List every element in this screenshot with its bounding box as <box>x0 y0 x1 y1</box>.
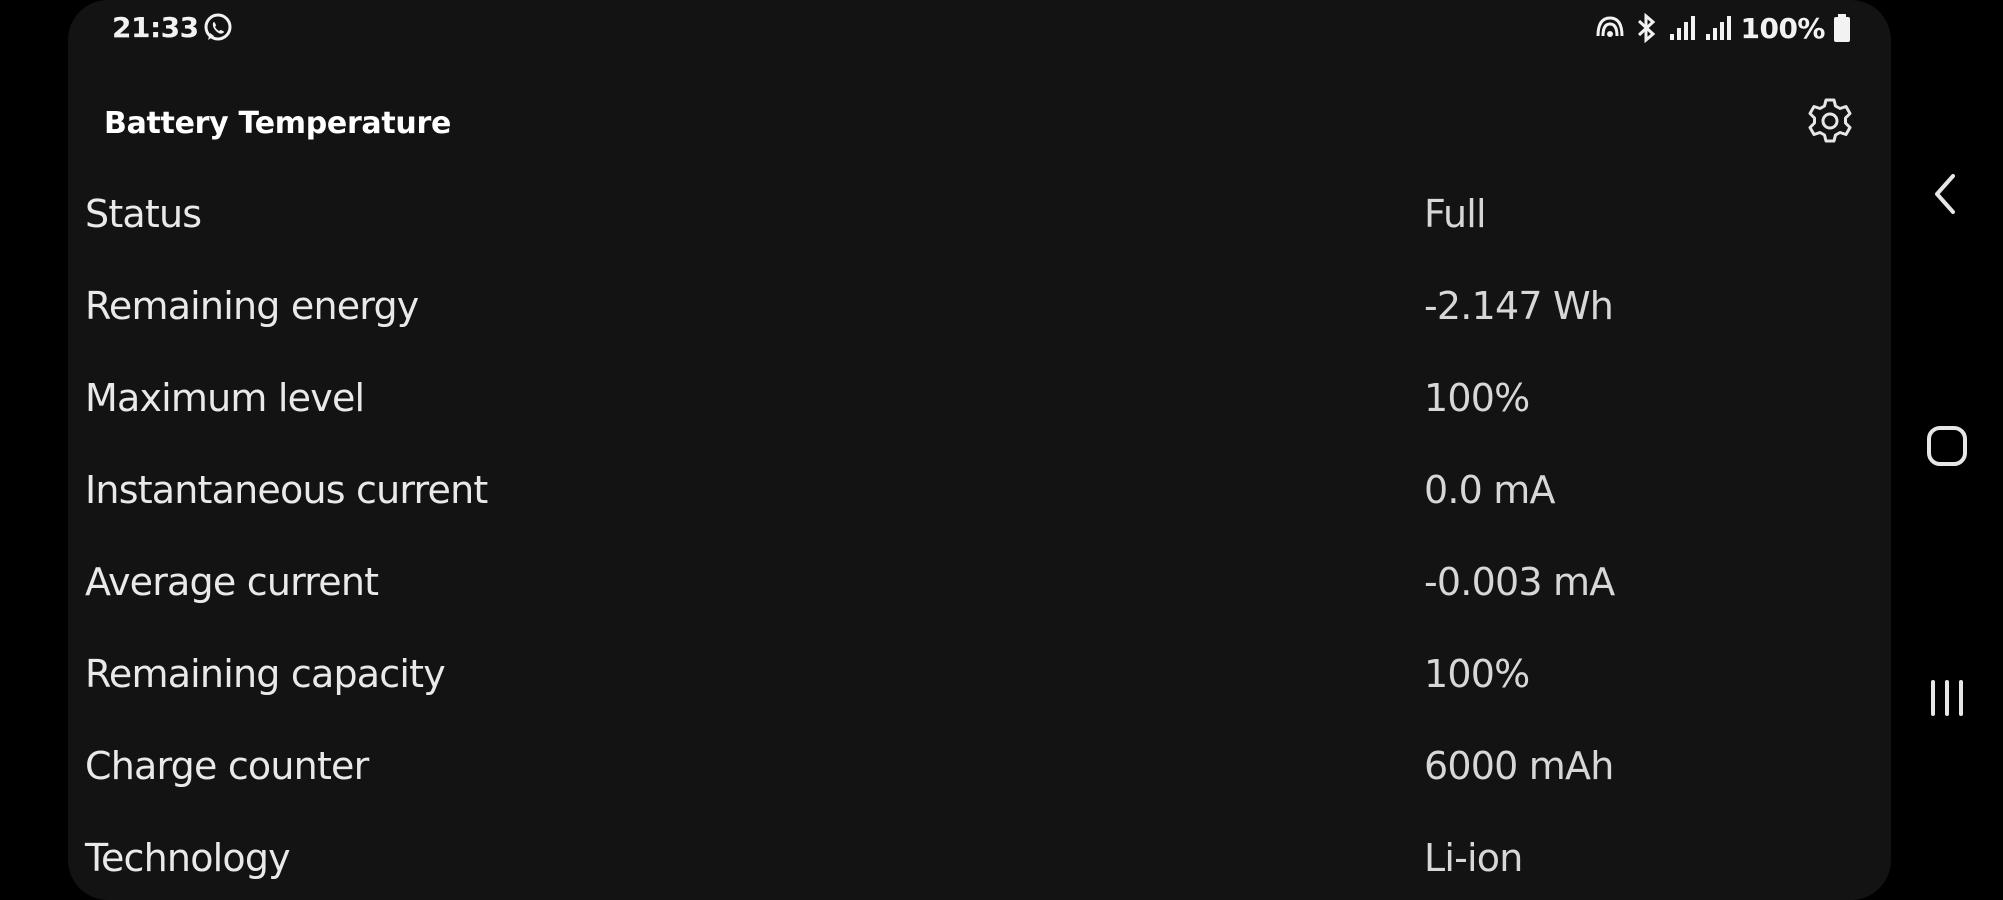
status-bar: 21:33 100% <box>68 0 1891 56</box>
gear-icon <box>1805 96 1855 150</box>
info-value: Full <box>1424 192 1487 236</box>
info-value: 100% <box>1424 652 1530 696</box>
info-row-instantaneous-current: Instantaneous current 0.0 mA <box>68 444 1891 536</box>
status-time: 21:33 <box>112 11 199 44</box>
app-title: Battery Temperature <box>104 106 452 141</box>
info-row-technology: Technology Li-ion <box>68 812 1891 900</box>
info-value: 0.0 mA <box>1424 468 1556 512</box>
info-row-remaining-capacity: Remaining capacity 100% <box>68 628 1891 720</box>
recents-button[interactable] <box>1913 666 1981 734</box>
info-row-remaining-energy: Remaining energy -2.147 Wh <box>68 260 1891 352</box>
info-label: Average current <box>85 560 379 604</box>
info-label: Maximum level <box>85 376 365 420</box>
nfc-icon <box>1594 14 1626 42</box>
app-screen: 21:33 100% Battery Temperature Status Fu… <box>68 0 1891 900</box>
status-icons: 100% <box>1594 8 1851 48</box>
signal-icon <box>1668 14 1696 42</box>
back-icon <box>1927 170 1967 222</box>
info-label: Instantaneous current <box>85 468 488 512</box>
info-label: Status <box>85 192 202 236</box>
home-button[interactable] <box>1913 414 1981 482</box>
info-value: -2.147 Wh <box>1424 284 1614 328</box>
back-button[interactable] <box>1913 162 1981 230</box>
info-row-status: Status Full <box>68 168 1891 260</box>
info-row-maximum-level: Maximum level 100% <box>68 352 1891 444</box>
info-label: Charge counter <box>85 744 369 788</box>
info-value: Li-ion <box>1424 836 1523 880</box>
signal-icon <box>1704 14 1732 42</box>
info-row-charge-counter: Charge counter 6000 mAh <box>68 720 1891 812</box>
info-row-average-current: Average current -0.003 mA <box>68 536 1891 628</box>
settings-button[interactable] <box>1803 96 1857 150</box>
info-label: Remaining energy <box>85 284 419 328</box>
info-label: Remaining capacity <box>85 652 446 696</box>
battery-percent: 100% <box>1740 11 1825 45</box>
info-value: 6000 mAh <box>1424 744 1614 788</box>
battery-icon <box>1833 13 1851 43</box>
info-value: 100% <box>1424 376 1530 420</box>
home-icon <box>1925 424 1969 472</box>
bluetooth-icon <box>1634 13 1660 43</box>
navigation-bar <box>1891 0 2003 900</box>
info-value: -0.003 mA <box>1424 560 1615 604</box>
recents-icon <box>1925 676 1969 724</box>
whatsapp-icon <box>202 12 234 44</box>
info-label: Technology <box>85 836 291 880</box>
